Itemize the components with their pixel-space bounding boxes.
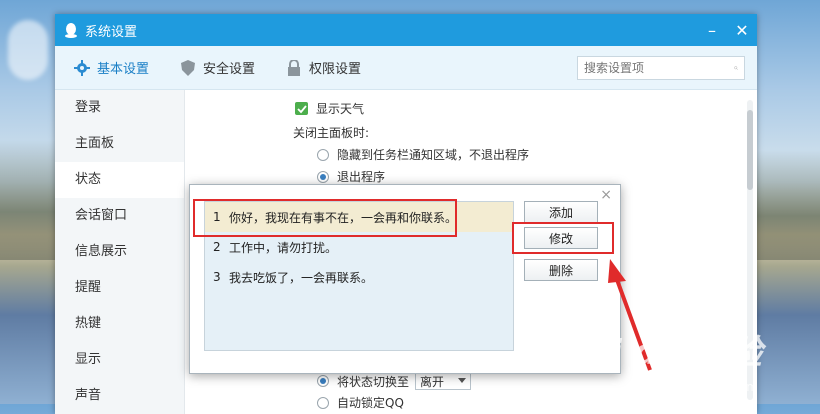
window-title: 系统设置 xyxy=(85,24,138,40)
sidebar-item-status[interactable]: 状态 xyxy=(55,162,184,198)
radio-label: 隐藏到任务栏通知区域，不退出程序 xyxy=(337,148,530,162)
title-bar[interactable]: 系统设置 – ✕ xyxy=(55,14,757,46)
message-text: 我去吃饭了，一会再联系。 xyxy=(229,270,374,285)
search-box[interactable] xyxy=(577,55,745,80)
tab-label: 安全设置 xyxy=(203,62,256,77)
auto-lock-option[interactable]: 自动锁定QQ xyxy=(317,394,404,411)
radio-button-selected[interactable] xyxy=(317,170,329,183)
chevron-down-icon xyxy=(458,378,467,383)
tab-label: 基本设置 xyxy=(97,62,150,77)
list-item[interactable]: 3 我去吃饭了，一会再联系。 xyxy=(205,262,513,292)
sidebar-item-main-panel[interactable]: 主面板 xyxy=(55,126,184,162)
tab-permission-settings[interactable]: 权限设置 xyxy=(285,58,361,77)
delete-button[interactable]: 删除 xyxy=(524,259,598,281)
edit-button[interactable]: 修改 xyxy=(524,227,598,249)
watermark-url: jingyan.baidu.com xyxy=(647,380,758,394)
sidebar-item-sound[interactable]: 声音 xyxy=(55,378,184,414)
sidebar-item-chat-window[interactable]: 会话窗口 xyxy=(55,198,184,234)
status-switch-label: 将状态切换至 xyxy=(337,374,410,389)
message-text: 工作中，请勿打扰。 xyxy=(229,240,338,255)
add-button[interactable]: 添加 xyxy=(524,201,598,223)
radio-button[interactable] xyxy=(317,396,329,409)
tab-label: 权限设置 xyxy=(309,62,362,77)
search-input[interactable] xyxy=(584,60,734,75)
list-item[interactable]: 1 你好，我现在有事不在，一会再和你联系。 xyxy=(205,202,513,232)
settings-sidebar: 登录 主面板 状态 会话窗口 信息展示 提醒 热键 显示 声音 xyxy=(55,90,185,414)
scrollbar-thumb[interactable] xyxy=(747,110,753,190)
show-weather-option[interactable]: 显示天气 xyxy=(295,100,364,117)
sidebar-item-hotkeys[interactable]: 热键 xyxy=(55,306,184,342)
minimize-button[interactable]: – xyxy=(697,14,727,46)
radio-label: 退出程序 xyxy=(337,170,386,184)
background-cloud xyxy=(8,20,48,80)
auto-lock-label: 自动锁定QQ xyxy=(337,396,404,410)
background-trees-right xyxy=(756,150,820,260)
shield-icon xyxy=(179,59,197,77)
show-weather-label: 显示天气 xyxy=(316,102,365,116)
lock-icon xyxy=(285,59,303,77)
sidebar-item-display[interactable]: 显示 xyxy=(55,342,184,378)
settings-toolbar: 基本设置 安全设置 权限设置 xyxy=(55,46,757,90)
list-item[interactable]: 2 工作中，请勿打扰。 xyxy=(205,232,513,262)
radio-button-selected[interactable] xyxy=(317,375,329,387)
status-select[interactable]: 离开 xyxy=(415,372,472,390)
sidebar-item-info-display[interactable]: 信息展示 xyxy=(55,234,184,270)
checkbox-checked-icon[interactable] xyxy=(295,102,308,115)
status-switch-option[interactable]: 将状态切换至 离开 xyxy=(317,372,472,390)
close-icon[interactable]: × xyxy=(600,187,612,203)
close-panel-label: 关闭主面板时: xyxy=(293,126,370,140)
watermark-logo: Bai du 经验 xyxy=(561,333,762,373)
reply-message-list[interactable]: 1 你好，我现在有事不在，一会再和你联系。 2 工作中，请勿打扰。 3 我去吃饭… xyxy=(204,201,514,351)
gear-icon xyxy=(73,59,91,77)
close-button[interactable]: ✕ xyxy=(727,14,757,46)
auto-reply-dialog: × 1 你好，我现在有事不在，一会再和你联系。 2 工作中，请勿打扰。 3 我去… xyxy=(189,184,621,374)
tab-security-settings[interactable]: 安全设置 xyxy=(179,58,255,77)
sidebar-item-login[interactable]: 登录 xyxy=(55,90,184,126)
search-icon[interactable] xyxy=(734,60,738,76)
background-trees-left xyxy=(0,140,56,260)
sidebar-item-reminders[interactable]: 提醒 xyxy=(55,270,184,306)
radio-button[interactable] xyxy=(317,148,329,161)
radio-hide-to-tray[interactable]: 隐藏到任务栏通知区域，不退出程序 xyxy=(317,146,529,163)
message-text: 你好，我现在有事不在，一会再和你联系。 xyxy=(229,210,458,225)
qq-logo-icon xyxy=(65,23,77,38)
tab-basic-settings[interactable]: 基本设置 xyxy=(73,58,149,77)
radio-exit-program[interactable]: 退出程序 xyxy=(317,168,385,185)
